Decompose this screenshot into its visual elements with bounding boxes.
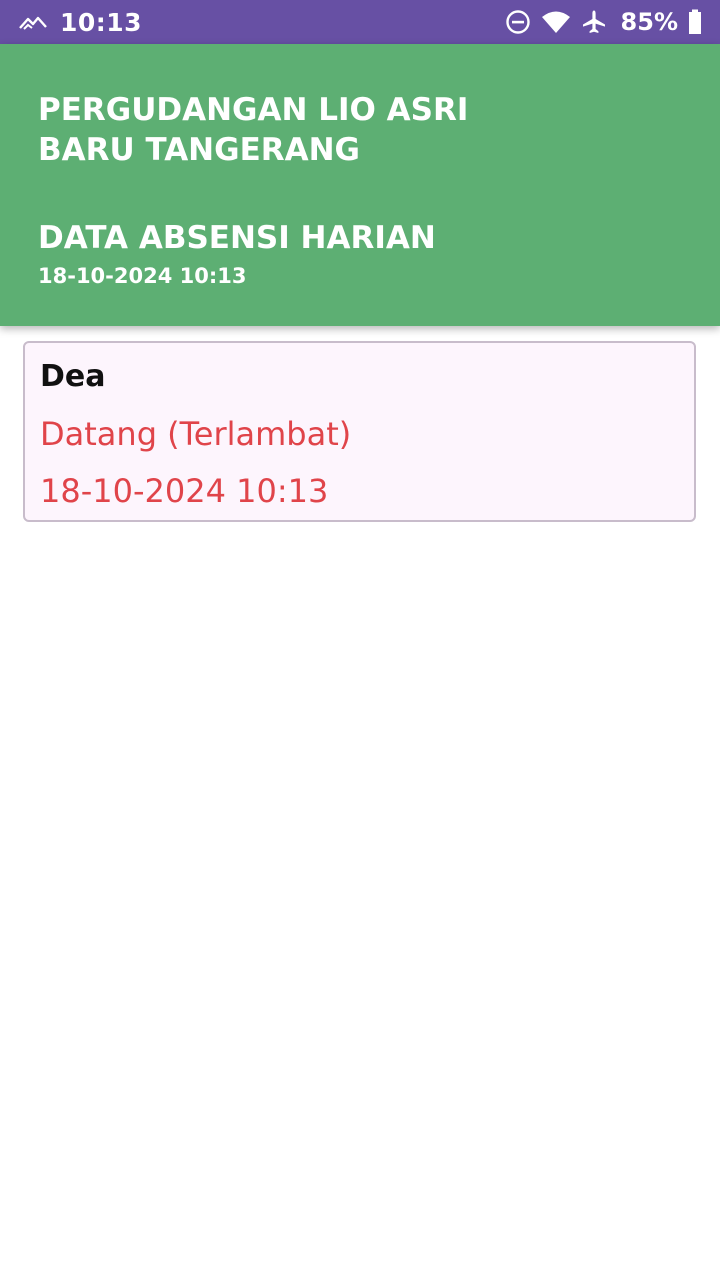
- airplane-icon: [581, 9, 607, 35]
- company-title: PERGUDANGAN LIO ASRI BARU TANGERANG: [38, 92, 469, 168]
- attendance-status: Datang (Terlambat): [40, 415, 352, 453]
- wifi-icon: [541, 10, 571, 34]
- attendance-card[interactable]: Dea Datang (Terlambat) 18-10-2024 10:13: [23, 341, 696, 522]
- attendance-datetime: 18-10-2024 10:13: [40, 472, 329, 510]
- do-not-disturb-icon: [505, 9, 531, 35]
- status-time: 10:13: [60, 7, 143, 37]
- attendance-list: Dea Datang (Terlambat) 18-10-2024 10:13: [23, 341, 696, 522]
- section-title: DATA ABSENSI HARIAN: [38, 220, 436, 256]
- employee-name: Dea: [40, 359, 106, 394]
- battery-percent: 85%: [620, 8, 678, 36]
- app-header: PERGUDANGAN LIO ASRI BARU TANGERANG DATA…: [0, 44, 720, 326]
- signal-icon: [18, 13, 48, 31]
- header-datetime: 18-10-2024 10:13: [38, 264, 247, 288]
- battery-icon: [688, 9, 702, 35]
- status-bar: 10:13 85%: [0, 0, 720, 44]
